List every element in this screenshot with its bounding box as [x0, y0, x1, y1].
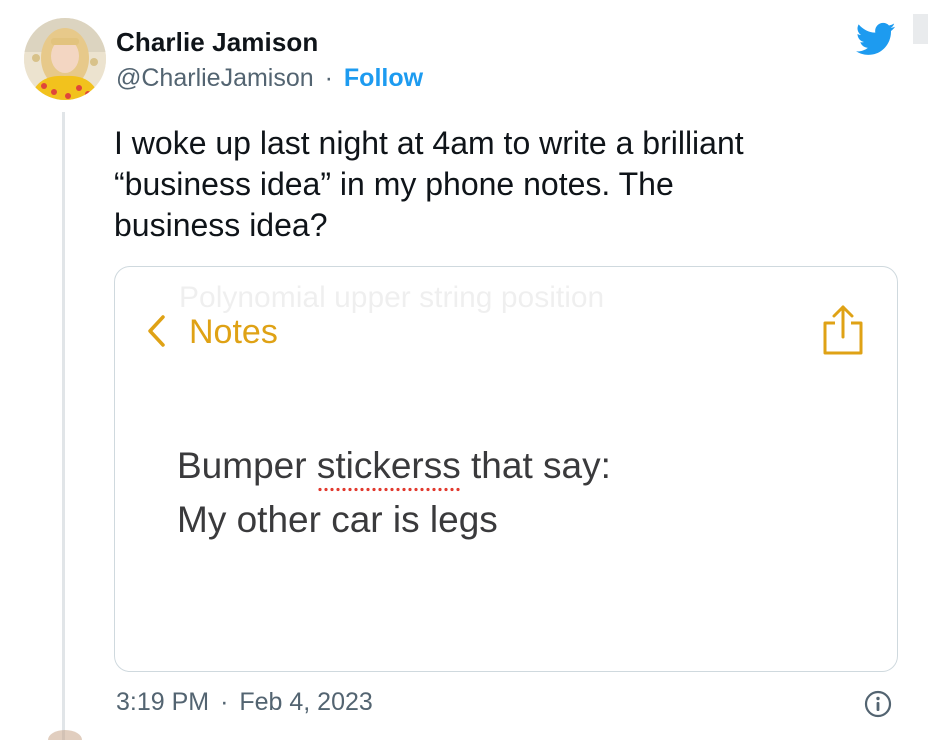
note-line-1-end: that say: [460, 445, 611, 486]
author-name[interactable]: Charlie Jamison [116, 27, 318, 58]
note-line-1: Bumper stickerss that say: [177, 439, 611, 493]
separator-dot: · [324, 64, 333, 92]
separator-dot: · [220, 688, 229, 716]
tweet-text: I woke up last night at 4am to write a b… [114, 125, 744, 243]
chevron-left-icon[interactable] [145, 313, 167, 349]
tweet-timestamp[interactable]: 3:19 PM · Feb 4, 2023 [116, 688, 373, 717]
note-line-1-start: Bumper [177, 445, 317, 486]
faded-text: Polynomial upper string position [179, 281, 605, 314]
edge-strip [913, 14, 928, 44]
next-avatar-fragment [48, 730, 82, 740]
misspelled-word: stickerss [316, 445, 461, 492]
tweet-time[interactable]: 3:19 PM [116, 688, 209, 716]
author-handle[interactable]: @CharlieJamison [116, 64, 314, 92]
avatar[interactable] [24, 18, 106, 100]
bird-icon[interactable] [855, 22, 896, 58]
tweet-embed: Charlie Jamison @CharlieJamison · Follow… [0, 0, 928, 740]
note-body: Bumper stickerss that say: My other car … [177, 439, 611, 547]
follow-button[interactable]: Follow [344, 64, 423, 92]
notes-back-button[interactable]: Notes [189, 313, 278, 352]
note-line-2: My other car is legs [177, 499, 498, 540]
thread-line [62, 112, 65, 740]
share-icon[interactable] [821, 303, 865, 357]
info-icon[interactable] [864, 690, 892, 718]
author-meta: @CharlieJamison · Follow [116, 64, 423, 93]
notes-screenshot[interactable]: Polynomial upper string position Notes B… [114, 266, 898, 672]
tweet-date[interactable]: Feb 4, 2023 [239, 688, 372, 716]
